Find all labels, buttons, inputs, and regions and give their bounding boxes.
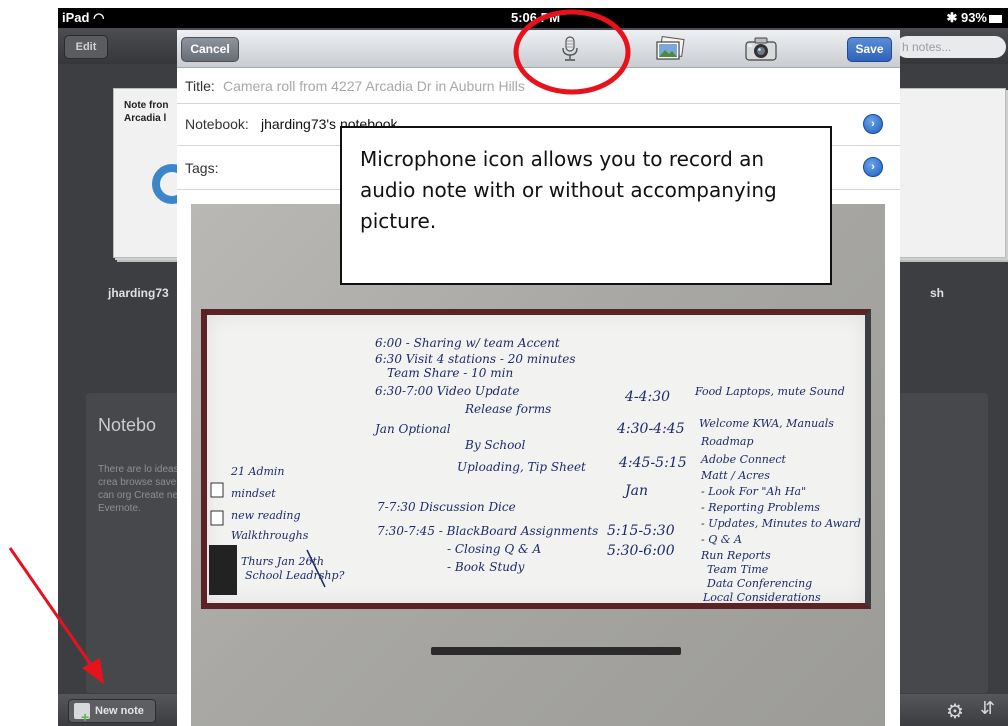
bluetooth-icon: ✱ bbox=[946, 10, 958, 25]
note-stack-title: Note fron Arcadia l bbox=[124, 100, 169, 124]
new-note-label: New note bbox=[95, 705, 144, 717]
notebook-name-right[interactable]: sh bbox=[930, 286, 944, 300]
note-stack-left[interactable]: Note fron Arcadia l bbox=[113, 88, 192, 258]
marker-holder bbox=[209, 545, 237, 595]
whiteboard-center-text: 6:00 - Sharing w/ team Accent bbox=[375, 336, 560, 350]
whiteboard-right-text: - Reporting Problems bbox=[701, 501, 820, 514]
whiteboard-time-text: 5:30-6:00 bbox=[607, 543, 675, 559]
tags-disclosure-icon[interactable]: › bbox=[863, 157, 883, 177]
whiteboard-left-text: Walkthroughs bbox=[231, 529, 309, 542]
notebook-label: Notebook: bbox=[185, 116, 249, 132]
marker-tray bbox=[431, 647, 681, 655]
whiteboard-center-text: Uploading, Tip Sheet bbox=[457, 460, 586, 474]
whiteboard-right-text: Matt / Acres bbox=[700, 469, 770, 482]
whiteboard-right-text: Data Conferencing bbox=[706, 577, 812, 590]
whiteboard-time-text: 4:30-4:45 bbox=[616, 421, 685, 437]
camera-icon[interactable] bbox=[744, 36, 778, 62]
gear-icon[interactable]: ⚙ bbox=[946, 699, 964, 724]
title-label: Title: bbox=[185, 78, 215, 94]
whiteboard-right-text: Food Laptops, mute Sound bbox=[694, 385, 845, 398]
whiteboard-center-text: - Book Study bbox=[447, 560, 525, 574]
screenshot-stage: iPad ◠ 5:06 PM ✱ 93% Edit h notes... Not… bbox=[0, 0, 1008, 726]
battery-icon bbox=[989, 14, 1002, 23]
whiteboard-time-text: Jan bbox=[622, 483, 648, 499]
device-label: iPad ◠ bbox=[62, 10, 105, 25]
whiteboard-time-text: 5:15-5:30 bbox=[607, 523, 675, 539]
new-note-icon bbox=[74, 703, 90, 726]
wifi-icon: ◠ bbox=[93, 10, 105, 25]
whiteboard-right-text: Team Time bbox=[707, 563, 769, 576]
whiteboard-right-text: Adobe Connect bbox=[700, 453, 787, 466]
whiteboard-time-text: 4-4:30 bbox=[624, 389, 670, 405]
whiteboard-writing: 21 Admin mindset new reading Walkthroughs Th… bbox=[209, 336, 861, 603]
whiteboard-left-text: 21 Admin bbox=[230, 465, 285, 478]
tags-label: Tags: bbox=[185, 160, 219, 176]
whiteboard-center-text: 7:30-7:45 - BlackBoard Assignments bbox=[377, 524, 598, 538]
whiteboard-left-text: new reading bbox=[231, 509, 301, 522]
battery-indicator: ✱ 93% bbox=[946, 10, 1002, 26]
annotation-callout: Microphone icon allows you to record an … bbox=[340, 126, 832, 285]
edit-button[interactable]: Edit bbox=[64, 35, 108, 59]
whiteboard-left-text: School Leadrshp? bbox=[245, 569, 344, 582]
whiteboard-center-text: Jan Optional bbox=[372, 422, 451, 436]
whiteboard-time-text: 4:45-5:15 bbox=[618, 455, 687, 471]
callout-text: Microphone icon allows you to record an … bbox=[360, 147, 777, 233]
new-note-button[interactable]: New note bbox=[68, 699, 156, 726]
whiteboard-right-text: - Look For "Ah Ha" bbox=[701, 485, 806, 498]
whiteboard-right-text: - Updates, Minutes to Award bbox=[701, 517, 861, 530]
board-magnet-note bbox=[210, 510, 224, 526]
whiteboard-center-text: Team Share - 10 min bbox=[387, 366, 513, 380]
whiteboard-center-text: 7-7:30 Discussion Dice bbox=[377, 500, 516, 514]
right-info-panel bbox=[898, 393, 988, 693]
whiteboard-center-text: - Closing Q & A bbox=[447, 542, 541, 556]
notebooks-heading: Notebo bbox=[98, 415, 157, 435]
notebook-disclosure-icon[interactable]: › bbox=[863, 114, 883, 134]
whiteboard-right-text: Welcome KWA, Manuals bbox=[699, 417, 834, 430]
save-button[interactable]: Save bbox=[847, 37, 892, 62]
whiteboard: 21 Admin mindset new reading Walkthroughs Th… bbox=[201, 309, 871, 609]
whiteboard-right-text: - Q & A bbox=[701, 533, 742, 546]
whiteboard-right-text: Local Considerations bbox=[702, 591, 821, 603]
notebook-name-left[interactable]: jharding73 bbox=[108, 286, 169, 300]
title-input[interactable]: Camera roll from 4227 Arcadia Dr in Aubu… bbox=[223, 78, 525, 94]
whiteboard-left-text: Thurs Jan 26th bbox=[241, 555, 324, 568]
board-magnet-note bbox=[210, 482, 224, 498]
sync-icon[interactable]: ⇵ bbox=[980, 698, 995, 719]
whiteboard-left-text: mindset bbox=[231, 487, 276, 500]
whiteboard-right-text: Run Reports bbox=[700, 549, 771, 562]
whiteboard-center-text: Release forms bbox=[464, 402, 551, 416]
annotation-red-arrow bbox=[8, 547, 104, 684]
note-stack-right[interactable] bbox=[896, 88, 1006, 258]
whiteboard-center-text: 6:30 Visit 4 stations - 20 minutes bbox=[375, 352, 576, 366]
whiteboard-center-text: By School bbox=[464, 438, 526, 452]
whiteboard-center-text: 6:30-7:00 Video Update bbox=[375, 384, 519, 398]
annotation-red-circle bbox=[513, 9, 631, 95]
cancel-button[interactable]: Cancel bbox=[181, 37, 239, 62]
search-input[interactable]: h notes... bbox=[896, 36, 1006, 58]
whiteboard-right-text: Roadmap bbox=[700, 435, 754, 448]
photos-icon[interactable] bbox=[655, 36, 685, 62]
